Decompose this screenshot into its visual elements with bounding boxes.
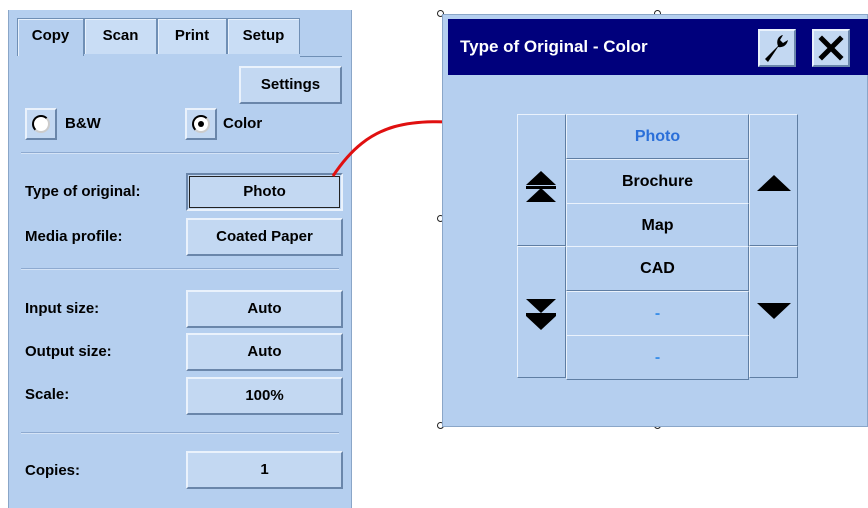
page-up-button[interactable] [517, 114, 566, 246]
down-triangle-icon [757, 303, 791, 319]
up-triangle-icon [757, 175, 791, 191]
line-up-button[interactable] [749, 114, 798, 246]
wrench-icon [765, 35, 788, 62]
page-down-button[interactable] [517, 246, 566, 378]
option-brochure[interactable]: Brochure [566, 159, 749, 204]
double-up-icon [526, 171, 556, 202]
option-photo[interactable]: Photo [566, 114, 749, 159]
dialog-titlebar: Type of Original - Color [448, 19, 868, 75]
double-down-icon [526, 299, 556, 330]
line-down-button[interactable] [749, 246, 798, 378]
close-button[interactable] [812, 29, 850, 67]
option-empty[interactable]: - [566, 335, 749, 380]
option-cad[interactable]: CAD [566, 246, 749, 291]
wrench-button[interactable] [758, 29, 796, 67]
option-map[interactable]: Map [566, 203, 749, 248]
close-icon [818, 35, 844, 61]
dialog-title: Type of Original - Color [460, 37, 648, 56]
option-empty[interactable]: - [566, 291, 749, 336]
